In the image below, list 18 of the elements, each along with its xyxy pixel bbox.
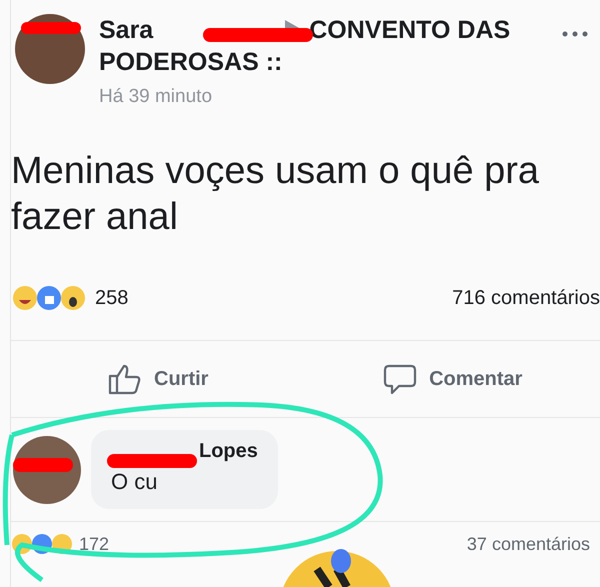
thumbs-up-icon <box>108 363 142 395</box>
author-name[interactable]: Sara <box>99 16 154 44</box>
reaction-count[interactable]: 258 <box>95 286 128 310</box>
group-name[interactable]: CONVENTO DAS <box>309 16 510 44</box>
comment-button[interactable]: Comentar <box>306 362 600 396</box>
group-name[interactable]: PODEROSAS :: <box>99 48 282 76</box>
post-text: Meninas voçes usam o quê pra fazer anal <box>11 149 540 240</box>
comment-count[interactable]: 37 comentários <box>466 534 590 554</box>
comment-text: O cu <box>111 469 158 495</box>
more-options-icon[interactable] <box>562 30 588 38</box>
post-time: Há 39 minuto <box>99 86 214 108</box>
comment-count[interactable]: 716 comentários <box>452 286 600 310</box>
censor-scribble <box>21 22 81 34</box>
censor-scribble <box>13 458 73 472</box>
commenter-name[interactable]: Lopes <box>199 440 258 462</box>
like-button[interactable]: Curtir <box>11 362 306 396</box>
reaction-count[interactable]: 172 <box>79 534 110 554</box>
speech-bubble-icon <box>383 363 418 395</box>
